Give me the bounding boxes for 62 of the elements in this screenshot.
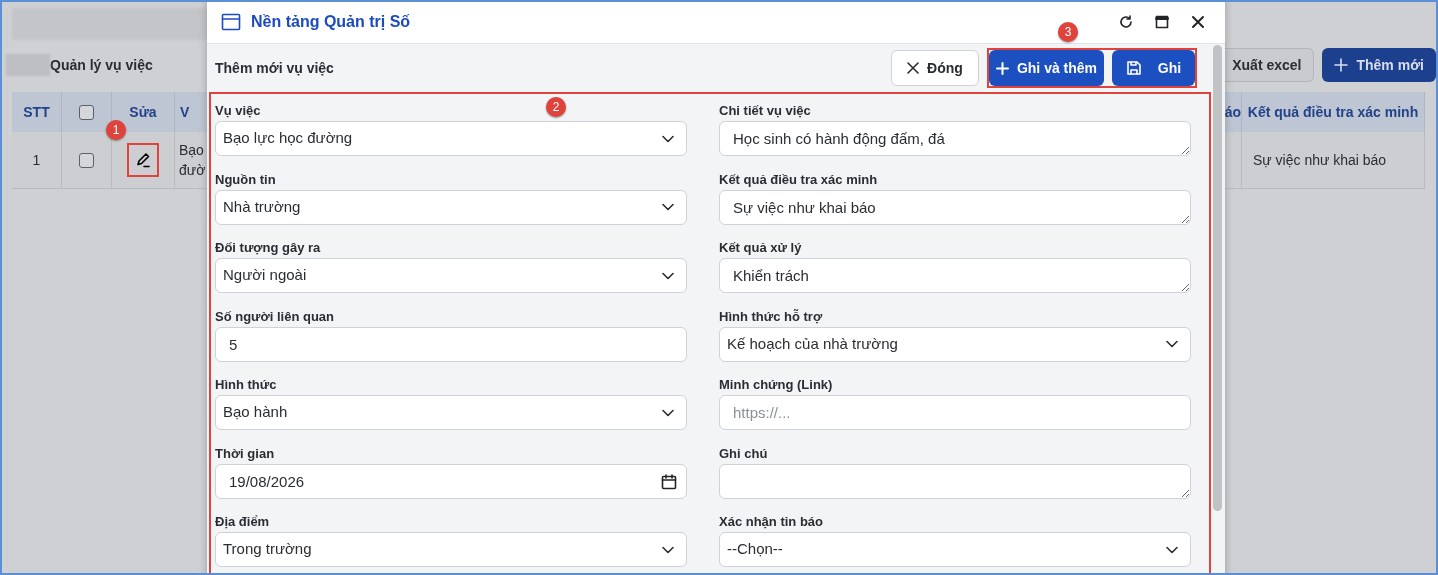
close-icon[interactable] [1191,14,1205,29]
chevron-down-icon [1166,340,1178,348]
column-header: Kết quả điều tra xác minh [1247,102,1419,122]
row-checkbox[interactable] [79,152,94,168]
field-label: Đối tượng gây ra [215,239,321,257]
field-label: Kết quả xử lý [719,239,802,257]
dropdown-field[interactable]: Bạo lực học đường [215,121,687,156]
table-cell-text: 1 [32,150,41,170]
field-label: Nguồn tin [215,170,276,189]
field-label: Thời gian [215,444,275,463]
column-header: Sửa [129,102,157,122]
page-heading: Quản lý vụ việc [50,55,153,75]
chevron-down-icon [662,271,674,280]
maximize-icon[interactable] [1155,14,1169,29]
dropdown-field[interactable]: Trong trường [215,532,687,567]
form-heading: Thêm mới vụ việc [215,58,334,78]
column-header: V [180,102,190,122]
close-icon [907,62,920,74]
field-label: Kết quả điều tra xác minh [719,170,878,189]
field-label: Địa điểm [215,513,270,531]
text-area[interactable]: Sự việc như khai báo [719,189,1191,225]
save-button[interactable]: Ghi [1112,50,1195,86]
field-label: Xác nhận tin báo [719,513,823,531]
window-icon [221,12,241,31]
field-label: Minh chứng (Link) [719,376,833,394]
field-label: Hình thức hỗ trợ [719,307,823,326]
field-label: Số người liên quan [215,307,335,326]
text-area[interactable]: Khiển trách [719,258,1191,293]
chevron-down-icon [1166,545,1178,554]
dropdown-field[interactable]: Người ngoài [215,258,687,293]
checkbox[interactable] [79,104,94,120]
plus-icon [1334,58,1349,72]
input-field[interactable]: https://... [719,395,1191,430]
dropdown-field[interactable]: Bạo hành [215,395,687,430]
chevron-down-icon [662,408,674,417]
field-label: Hình thức [215,376,277,394]
dialog-title: Nền tảng Quản trị Số [251,11,411,32]
pencil-icon [135,152,151,168]
table-cell-text: Sự việc như khai báo [1253,150,1387,170]
input-field[interactable]: 5 [215,326,687,362]
scrollbar[interactable] [1213,45,1222,511]
chevron-down-icon [662,545,674,554]
table-cell-text: Bạo đườ [179,141,207,180]
refresh-icon[interactable] [1119,14,1133,29]
add-new-button[interactable]: Thêm mới [1322,48,1436,82]
edit-button[interactable] [127,143,159,177]
close-button[interactable]: Đóng [891,50,979,86]
field-label: Chi tiết vụ việc [719,102,811,120]
dropdown-field[interactable]: Nhà trường [215,189,687,225]
plus-icon [995,61,1009,75]
calendar-icon[interactable] [661,473,677,490]
column-header: áo [1224,102,1241,122]
column-header: STT [23,102,50,122]
chevron-down-icon [662,134,674,143]
text-area[interactable]: Học sinh có hành động đấm, đá [719,121,1191,156]
field-label: Ghi chú [719,444,768,463]
date-field[interactable]: 19/08/2026 [215,463,687,499]
save-and-add-button[interactable]: Ghi và thêm [989,50,1104,86]
chevron-down-icon [662,203,674,211]
dropdown-field[interactable]: --Chọn-- [719,532,1191,567]
dropdown-field[interactable]: Kế hoạch của nhà trường [719,326,1191,362]
field-label: Vụ việc [215,102,261,120]
